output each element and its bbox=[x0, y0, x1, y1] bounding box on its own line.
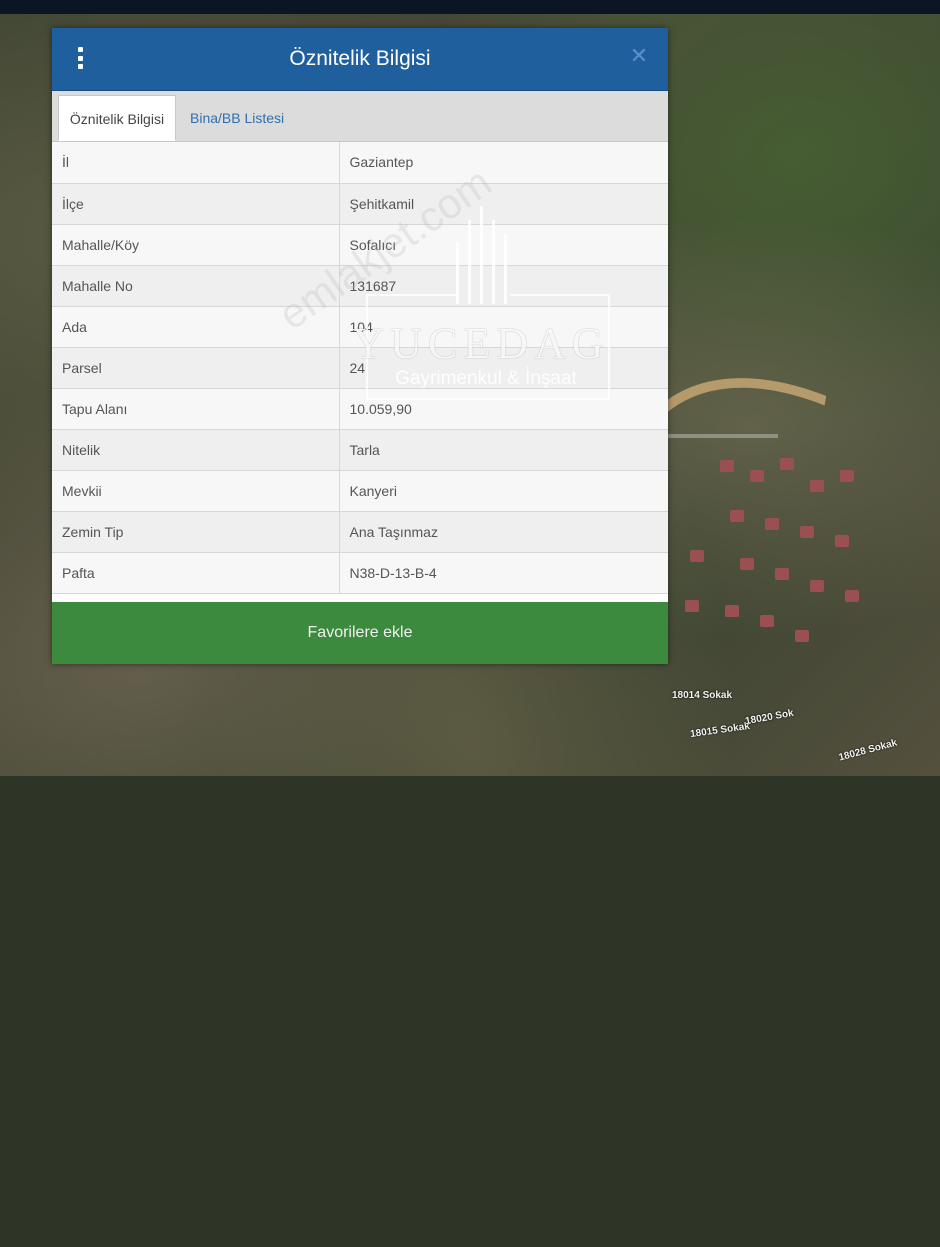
map-houses bbox=[680, 440, 870, 680]
row-value: Ana Taşınmaz bbox=[339, 511, 668, 553]
table-row: Nitelik Tarla bbox=[52, 429, 668, 471]
row-key: Zemin Tip bbox=[52, 511, 340, 553]
row-value: Sofalıcı bbox=[339, 224, 668, 266]
table-row: Pafta N38-D-13-B-4 bbox=[52, 552, 668, 594]
row-key: İlçe bbox=[52, 183, 340, 225]
row-key: Nitelik bbox=[52, 429, 340, 471]
map-top-bar bbox=[0, 0, 940, 14]
street-label: 18014 Sokak bbox=[672, 690, 733, 701]
table-row: Zemin Tip Ana Taşınmaz bbox=[52, 511, 668, 553]
row-value: Şehitkamil bbox=[339, 183, 668, 225]
map-road-secondary bbox=[668, 434, 778, 438]
row-key: Mahalle/Köy bbox=[52, 224, 340, 266]
row-value: Kanyeri bbox=[339, 470, 668, 512]
table-row: Mahalle No 131687 bbox=[52, 265, 668, 307]
vertical-dots-icon[interactable] bbox=[76, 47, 84, 69]
dialog-title: Öznitelik Bilgisi bbox=[289, 47, 431, 70]
table-row: İl Gaziantep bbox=[52, 142, 668, 184]
row-key: Mahalle No bbox=[52, 265, 340, 307]
map-house bbox=[730, 510, 744, 522]
add-to-favorites-button[interactable]: Favorilere ekle bbox=[52, 602, 668, 664]
table-row: İlçe Şehitkamil bbox=[52, 183, 668, 225]
table-row: Mevkii Kanyeri bbox=[52, 470, 668, 512]
map-house bbox=[690, 550, 704, 562]
map-house bbox=[720, 460, 734, 472]
table-row: Parsel 24 bbox=[52, 347, 668, 389]
dialog-header: Öznitelik Bilgisi ✕ bbox=[52, 28, 668, 91]
row-key: Ada bbox=[52, 306, 340, 348]
row-key: İl bbox=[52, 142, 340, 184]
row-key: Mevkii bbox=[52, 470, 340, 512]
map-house bbox=[810, 480, 824, 492]
tab-building-list[interactable]: Bina/BB Listesi bbox=[180, 95, 294, 141]
map-house bbox=[725, 605, 739, 617]
map-house bbox=[760, 615, 774, 627]
row-value: 104 bbox=[339, 306, 668, 348]
table-row: Mahalle/Köy Sofalıcı bbox=[52, 224, 668, 266]
row-value: Tarla bbox=[339, 429, 668, 471]
table-row: Tapu Alanı 10.059,90 bbox=[52, 388, 668, 430]
map-house bbox=[765, 518, 779, 530]
row-key: Tapu Alanı bbox=[52, 388, 340, 430]
row-value: 24 bbox=[339, 347, 668, 389]
map-house bbox=[840, 470, 854, 482]
map-house bbox=[810, 580, 824, 592]
map-house bbox=[775, 568, 789, 580]
row-value: 131687 bbox=[339, 265, 668, 307]
map-house bbox=[845, 590, 859, 602]
row-value: N38-D-13-B-4 bbox=[339, 552, 668, 594]
row-key: Pafta bbox=[52, 552, 340, 594]
tab-attribute-info[interactable]: Öznitelik Bilgisi bbox=[58, 95, 176, 141]
attribute-table: İl Gaziantep İlçe Şehitkamil Mahalle/Köy… bbox=[52, 142, 668, 594]
row-value: Gaziantep bbox=[339, 142, 668, 184]
close-icon[interactable]: ✕ bbox=[628, 45, 650, 67]
map-house bbox=[685, 600, 699, 612]
map-house bbox=[750, 470, 764, 482]
map-house bbox=[835, 535, 849, 547]
attribute-info-dialog: Öznitelik Bilgisi ✕ Öznitelik Bilgisi Bi… bbox=[52, 28, 668, 664]
tab-bar: Öznitelik Bilgisi Bina/BB Listesi bbox=[52, 91, 668, 142]
map-house bbox=[795, 630, 809, 642]
row-key: Parsel bbox=[52, 347, 340, 389]
map-house bbox=[800, 526, 814, 538]
row-value: 10.059,90 bbox=[339, 388, 668, 430]
map-house bbox=[780, 458, 794, 470]
table-row: Ada 104 bbox=[52, 306, 668, 348]
map-house bbox=[740, 558, 754, 570]
